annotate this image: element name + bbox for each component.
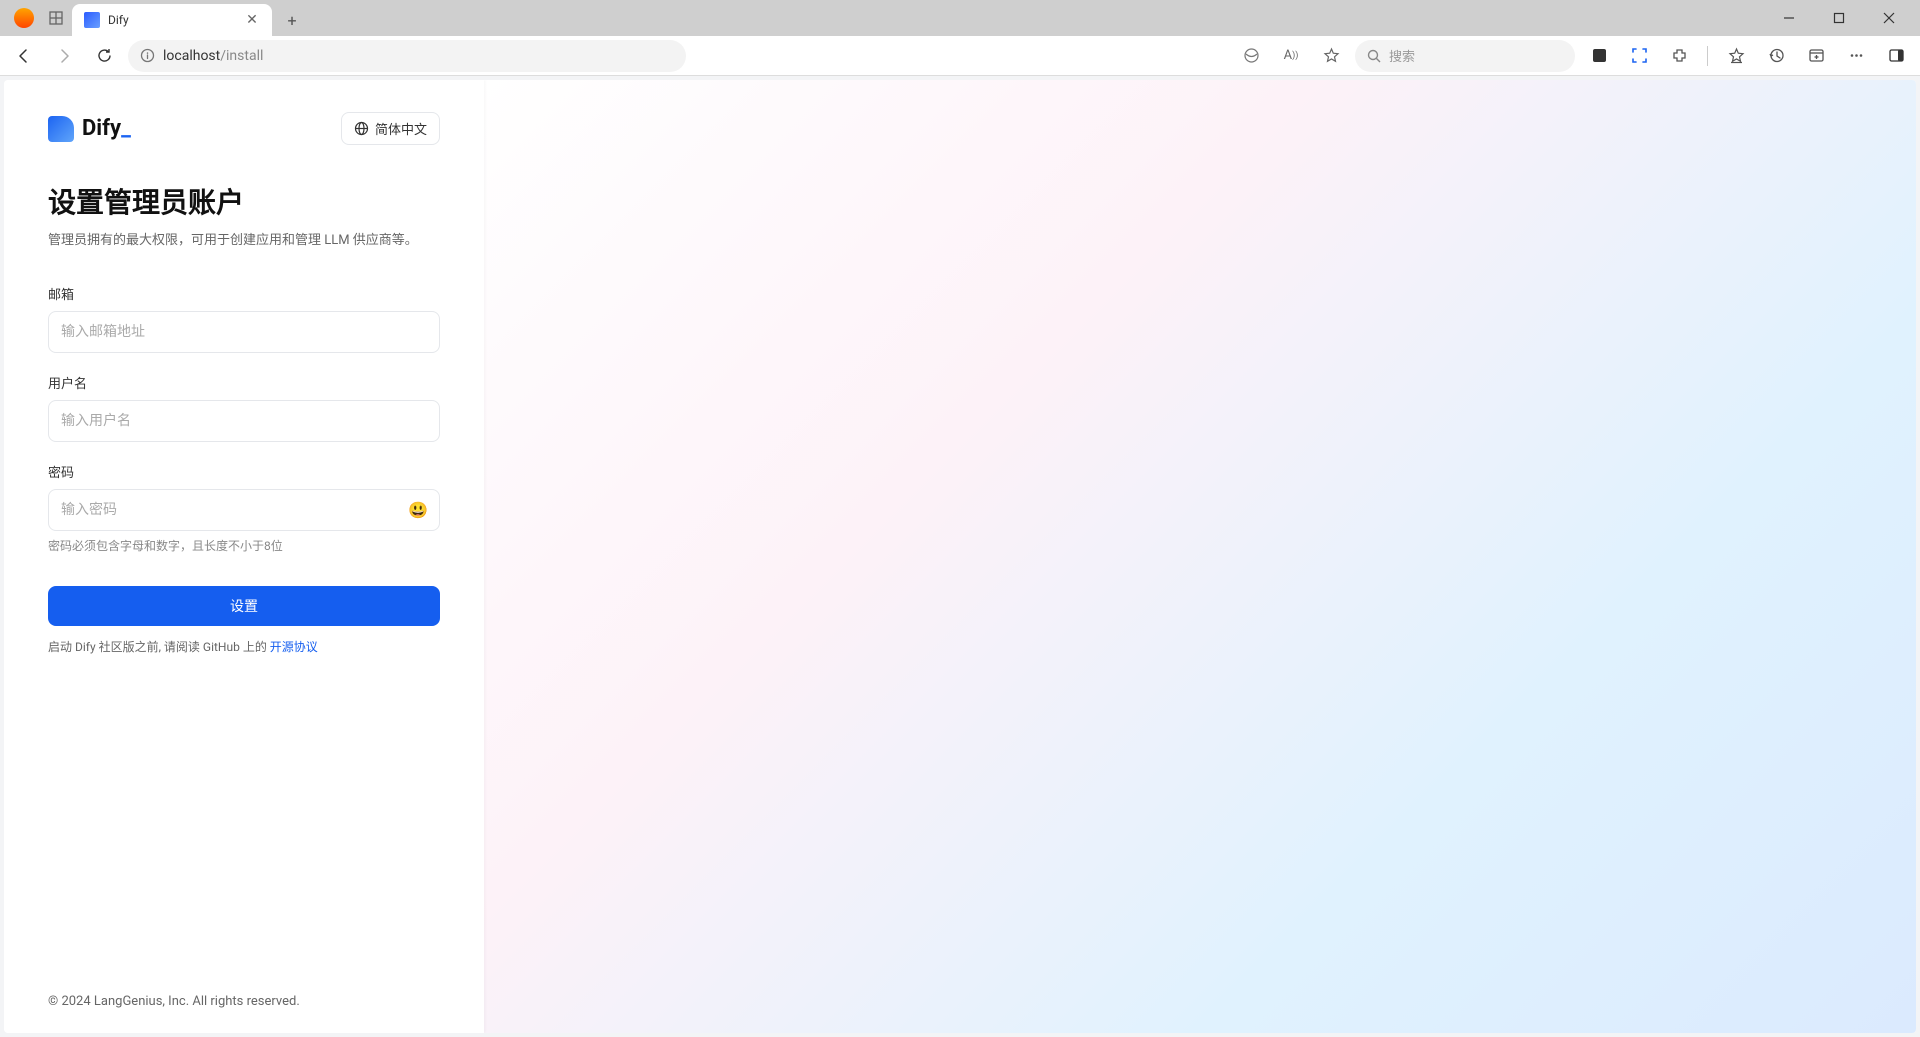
site-info-icon[interactable] (140, 48, 155, 63)
page-inner: Dify_ 简体中文 设置管理员账户 管理员拥有的最大权限，可用于创建应用和管理… (4, 80, 1916, 1033)
username-label: 用户名 (48, 373, 440, 392)
globe-icon (354, 121, 369, 136)
forward-button[interactable] (48, 40, 80, 72)
password-hint: 密码必须包含字母和数字，且长度不小于8位 (48, 537, 440, 554)
logo-text: Dify_ (82, 116, 131, 141)
favorite-icon[interactable] (1315, 40, 1347, 72)
url-input[interactable]: localhost/install (128, 40, 686, 72)
background-gradient (484, 80, 1916, 1033)
refresh-button[interactable] (88, 40, 120, 72)
screenshot-icon[interactable] (1623, 40, 1655, 72)
agreement-text: 启动 Dify 社区版之前, 请阅读 GitHub 上的 开源协议 (48, 638, 440, 655)
page-title: 设置管理员账户 (48, 181, 440, 221)
browser-chrome: Dify ✕ + (0, 0, 1920, 76)
toolbar-separator (1707, 46, 1708, 66)
app-icon[interactable] (1583, 40, 1615, 72)
profile-avatar[interactable] (14, 8, 34, 28)
history-icon[interactable] (1760, 40, 1792, 72)
username-input[interactable] (48, 400, 440, 442)
password-input[interactable] (48, 489, 440, 531)
page-viewport: Dify_ 简体中文 设置管理员账户 管理员拥有的最大权限，可用于创建应用和管理… (0, 76, 1920, 1037)
tab-active[interactable]: Dify ✕ (72, 4, 272, 36)
window-close-button[interactable] (1866, 4, 1912, 32)
browser-search-placeholder: 搜索 (1389, 46, 1415, 65)
footer-copyright: © 2024 LangGenius, Inc. All rights reser… (48, 994, 440, 1009)
sidebar-toggle-icon[interactable] (1880, 40, 1912, 72)
new-tab-button[interactable]: + (278, 6, 306, 34)
tab-strip: Dify ✕ + (0, 0, 1920, 36)
logo: Dify_ (48, 116, 131, 142)
page-subtitle: 管理员拥有的最大权限，可用于创建应用和管理 LLM 供应商等。 (48, 229, 440, 248)
tab-close-icon[interactable]: ✕ (244, 12, 260, 28)
extensions-icon[interactable] (1663, 40, 1695, 72)
window-maximize-button[interactable] (1816, 4, 1862, 32)
submit-button[interactable]: 设置 (48, 586, 440, 626)
window-minimize-button[interactable] (1766, 4, 1812, 32)
email-label: 邮箱 (48, 284, 440, 303)
language-selector[interactable]: 简体中文 (341, 112, 440, 145)
setup-panel: Dify_ 简体中文 设置管理员账户 管理员拥有的最大权限，可用于创建应用和管理… (4, 80, 484, 1033)
license-link[interactable]: 开源协议 (270, 640, 318, 654)
tab-favicon (84, 12, 100, 28)
more-icon[interactable] (1840, 40, 1872, 72)
password-label: 密码 (48, 462, 440, 481)
password-visibility-icon[interactable]: 😃 (408, 501, 428, 520)
email-input[interactable] (48, 311, 440, 353)
tab-title: Dify (108, 13, 236, 27)
back-button[interactable] (8, 40, 40, 72)
setup-form: 设置管理员账户 管理员拥有的最大权限，可用于创建应用和管理 LLM 供应商等。 … (48, 181, 440, 655)
address-bar: localhost/install A)) 搜索 (0, 36, 1920, 76)
url-text: localhost/install (163, 48, 263, 64)
logo-mark-icon (48, 116, 74, 142)
workspaces-icon[interactable] (46, 8, 66, 28)
favorites-bar-icon[interactable] (1720, 40, 1752, 72)
edge-icon[interactable] (1235, 40, 1267, 72)
browser-search-input[interactable]: 搜索 (1355, 40, 1575, 72)
read-aloud-icon[interactable]: A)) (1275, 40, 1307, 72)
language-label: 简体中文 (375, 119, 427, 138)
collections-icon[interactable] (1800, 40, 1832, 72)
